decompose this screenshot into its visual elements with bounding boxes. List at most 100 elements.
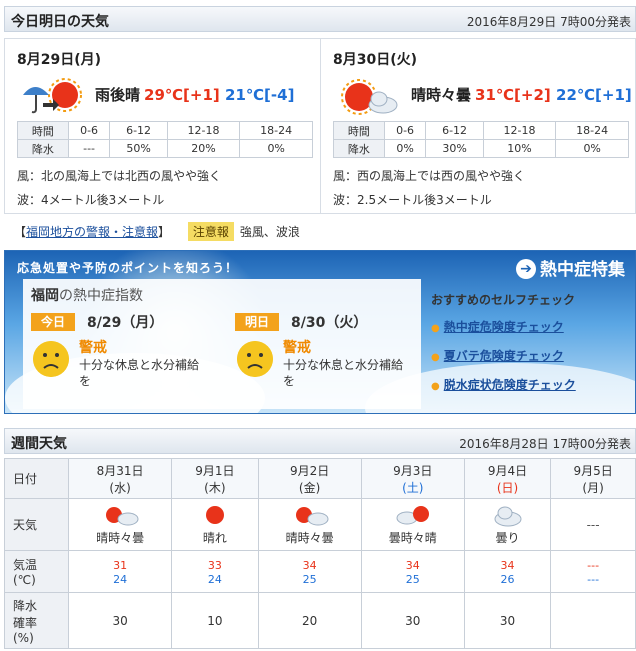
date-cell: 9月4日 (日) [463,458,552,499]
date-cell: 9月3日 (土) [360,458,465,499]
weekly-table: 日付 8月31日 (水) 9月1日 (木) 9月2日 (金) 9月3日 (土) 9月4日… [4,458,636,649]
weekly-issued: 2016年8月28日 17時00分発表 [459,437,631,451]
forecast-day-2: 8月30日(火) 晴時々曇 31℃[+2] 22℃[+1] 時間 0-6 6-12… [321,39,636,213]
bracket-close: 】 [158,225,171,239]
weather-text: 曇時々晴 [388,531,437,545]
self-check-link-dehydration[interactable]: 脱水症状危険度チェック [431,376,631,393]
row-label-date: 日付 [4,458,69,499]
date-text: 9月1日 [195,463,235,478]
low-temp: 21℃[-4] [225,86,295,104]
rain-label: 降水 [333,139,385,158]
high-temp: 31℃[+2] [475,86,551,104]
day-title: 8月30日(火) [333,52,418,68]
heat-advice: 十分な休息と水分補給を [79,358,200,388]
rain-cell: 10% [482,139,557,158]
low-temp: 22℃[+1] [556,86,632,104]
dow-text: (水) [109,480,131,495]
bracket-open: 【 [14,225,27,239]
advisory-items: 強風、波浪 [239,225,300,239]
arrow-right-icon: ➔ [516,259,536,279]
table-header: 0-6 [67,121,111,140]
heat-feature-link[interactable]: ➔ 熱中症特集 [516,255,625,280]
high-temp: 34 [302,558,317,572]
condition-text: 晴時々曇 [411,86,472,104]
heat-day-1: 今日 8/29（月） 警戒 十分な休息と水分補給を [23,313,218,409]
rain-cell: 50% [109,139,168,158]
day-title: 8月29日(月) [17,52,102,68]
pop-cell [550,592,636,649]
date-cell: 9月1日 (木) [171,458,259,499]
weather-cell: 晴時々曇 [67,498,173,551]
warning-line: 【福岡地方の警報・注意報】 注意報 強風、波浪 [14,222,300,241]
wind-text: 風：西の風海上では西の風やや強く [333,169,526,183]
table-header: 18-24 [555,121,629,140]
weekly-header: 週間天気 2016年8月28日 17時00分発表 [4,428,636,454]
today-header: 今日明日の天気 2016年8月29日 7時00分発表 [4,6,636,32]
dow-text: (金) [298,480,321,495]
high-temp: 33 [207,558,222,572]
heat-advice: 十分な休息と水分補給を [283,358,404,388]
self-check-link-summer-fatigue[interactable]: 夏バテ危険度チェック [431,347,631,364]
rain-cell: 30% [425,139,484,158]
today-issued: 2016年8月29日 7時00分発表 [466,15,631,29]
date-text: 8月31日 [96,463,144,478]
heat-level: 警戒 [79,340,107,356]
weather-cell: --- [550,498,636,551]
sun-cloud-icon [106,507,139,526]
heat-level: 警戒 [283,340,311,356]
wave-text: 波：4メートル後3メートル [17,193,165,207]
worried-face-icon [33,341,69,377]
low-temp: --- [587,572,600,586]
rain-then-sun-icon [23,78,82,114]
weather-cell: 晴れ [171,498,259,551]
heat-day-2: 明日 8/30（火） 警戒 十分な休息と水分補給を [227,313,422,409]
temp-cell: 34 26 [463,550,552,593]
self-check-link-heatstroke[interactable]: 熱中症危険度チェック [431,318,631,335]
pop-cell: 30 [463,592,552,649]
dow-text: (日) [496,480,519,495]
low-temp: 25 [302,572,317,586]
table-header: 6-12 [109,121,168,140]
sun-cloud-icon [341,79,398,115]
warnings-link[interactable]: 福岡地方の警報・注意報 [26,225,158,239]
weather-text: 晴時々曇 [96,531,145,545]
row-label-weather: 天気 [4,498,69,551]
date-cell: 8月31日 (水) [67,458,173,499]
weather-cell: 晴時々曇 [257,498,362,551]
low-temp: 24 [207,572,222,586]
row-label-temp: 気温 (℃) [4,550,69,593]
rain-table: 時間 0-6 6-12 12-18 18-24 降水 --- 50% 20% 0… [17,121,313,158]
low-temp: 25 [405,572,420,586]
table-header: 12-18 [166,121,241,140]
dow-text: (木) [204,480,226,495]
self-check-title: おすすめのセルフチェック [431,293,576,307]
weekly-title: 週間天気 [11,436,67,452]
heat-date: 8/29（月） [87,315,164,331]
temp-cell: 34 25 [257,550,362,593]
day-tag: 今日 [31,313,75,331]
rain-cell: 20% [166,139,241,158]
heat-banner-tagline: 応急処置や予防のポイントを知ろう！ [17,261,239,275]
pop-cell: 30 [360,592,465,649]
date-text: 9月2日 [289,463,330,478]
date-text: 9月3日 [393,463,433,478]
self-check-panel: おすすめのセルフチェック 熱中症危険度チェック 夏バテ危険度チェック 脱水症状危… [431,291,631,405]
day-tag: 明日 [235,313,279,331]
condition-text: 雨後晴 [95,86,141,104]
heat-index-card: 福岡の熱中症指数 今日 8/29（月） 警戒 十分な休息と水分補給を 明日 8/… [23,279,421,409]
day-telop: 雨後晴 29℃[+1] 21℃[-4] [95,84,294,105]
date-text: 9月4日 [487,463,528,478]
temp-cell: 31 24 [67,550,173,593]
heat-date: 8/30（火） [291,315,368,331]
heatstroke-banner[interactable]: 応急処置や予防のポイントを知ろう！ ➔ 熱中症特集 福岡の熱中症指数 今日 8/2… [4,250,636,414]
heat-feature-label: 熱中症特集 [540,260,625,280]
high-temp: 34 [500,558,515,572]
cloud-icon [494,506,522,527]
table-header: 時間 [333,121,385,140]
sun-icon [205,506,224,524]
high-temp: 29℃[+1] [144,86,220,104]
weather-text: --- [586,517,600,532]
day-telop: 晴時々曇 31℃[+2] 22℃[+1] [411,84,632,105]
temp-cell: 33 24 [171,550,259,593]
heat-index-title: 福岡の熱中症指数 [31,285,143,305]
